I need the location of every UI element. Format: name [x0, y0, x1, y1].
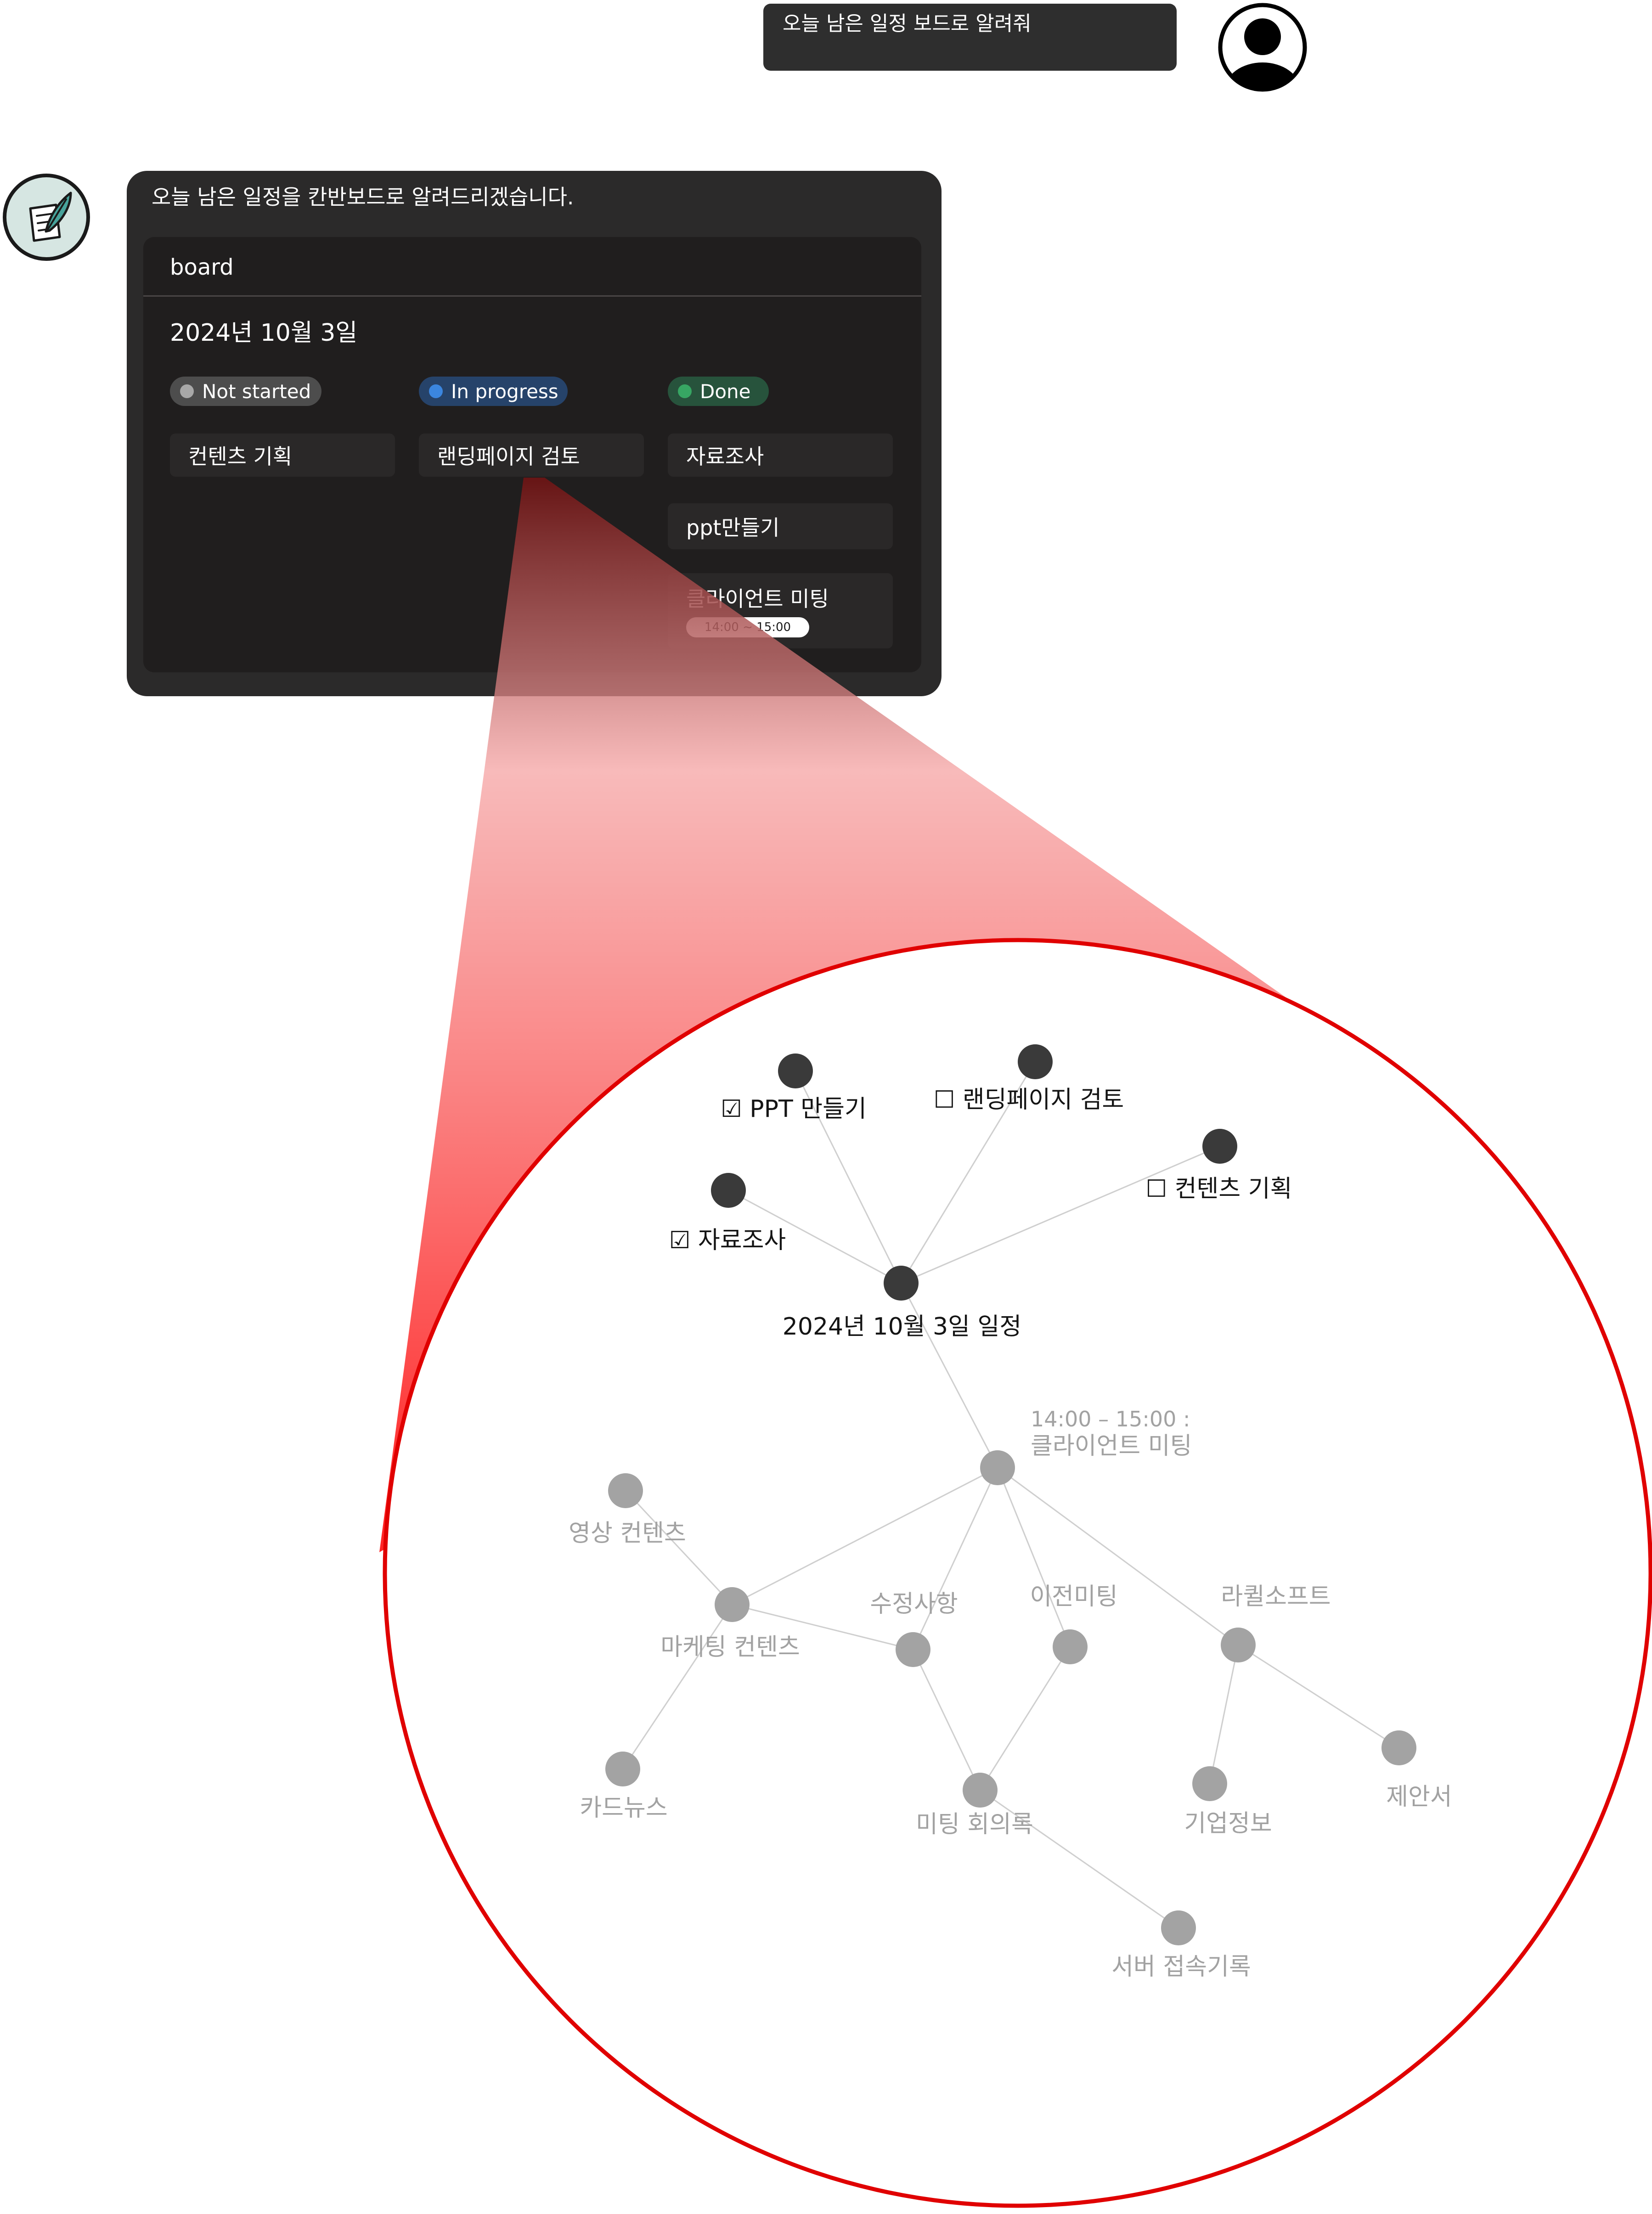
graph-label-meeting-minutes: 미팅 회의록	[916, 1811, 1033, 1838]
graph-node-company-info[interactable]	[1192, 1766, 1227, 1801]
graph-label-revisions: 수정사항	[870, 1590, 958, 1618]
graph-node-video-content[interactable]	[608, 1473, 643, 1508]
graph-label-previous-meeting: 이전미팅	[1030, 1583, 1118, 1611]
graph-label-proposal: 제안서	[1386, 1783, 1452, 1811]
graph-label-client-meeting: 클라이언트 미팅	[1031, 1432, 1192, 1460]
graph-node-research[interactable]	[711, 1173, 746, 1208]
graph-label-ppt: ☑ PPT 만들기	[721, 1095, 867, 1123]
graph-label-schedule: 2024년 10월 3일 일정	[782, 1313, 1022, 1341]
graph-label-content-plan: ☐ 컨텐츠 기획	[1145, 1175, 1292, 1203]
graph-node-proposal[interactable]	[1381, 1730, 1416, 1765]
graph-label-lacuil-soft: 라퀼소프트	[1221, 1583, 1331, 1611]
graph-label-card-news: 카드뉴스	[580, 1794, 668, 1822]
graph-label-client-time: 14:00 – 15:00 :	[1031, 1407, 1190, 1431]
graph-label-video-content: 영상 컨텐츠	[569, 1520, 686, 1547]
graph-node-schedule[interactable]	[884, 1266, 919, 1301]
graph-node-previous-meeting[interactable]	[1053, 1629, 1088, 1664]
graph-node-landing[interactable]	[1018, 1044, 1053, 1079]
graph-node-meeting-minutes[interactable]	[963, 1773, 998, 1808]
graph-label-company-info: 기업정보	[1184, 1810, 1272, 1837]
graph-label-server-log: 서버 접속기록	[1111, 1953, 1251, 1981]
graph-node-lacuil-soft[interactable]	[1221, 1628, 1256, 1662]
graph-node-client-meeting[interactable]	[980, 1450, 1015, 1485]
magnifier-circle	[383, 938, 1652, 2208]
graph-node-marketing-content[interactable]	[715, 1587, 750, 1622]
graph-node-content-plan[interactable]	[1202, 1129, 1237, 1164]
graph-label-research: ☑ 자료조사	[669, 1227, 786, 1254]
graph-node-ppt[interactable]	[778, 1053, 813, 1088]
graph-label-landing: ☐ 랜딩페이지 검토	[933, 1086, 1124, 1114]
graph-node-revisions[interactable]	[896, 1632, 930, 1667]
graph-label-marketing-content: 마케팅 컨텐츠	[660, 1634, 800, 1661]
graph-node-card-news[interactable]	[605, 1752, 640, 1786]
graph-node-server-log[interactable]	[1161, 1910, 1196, 1945]
